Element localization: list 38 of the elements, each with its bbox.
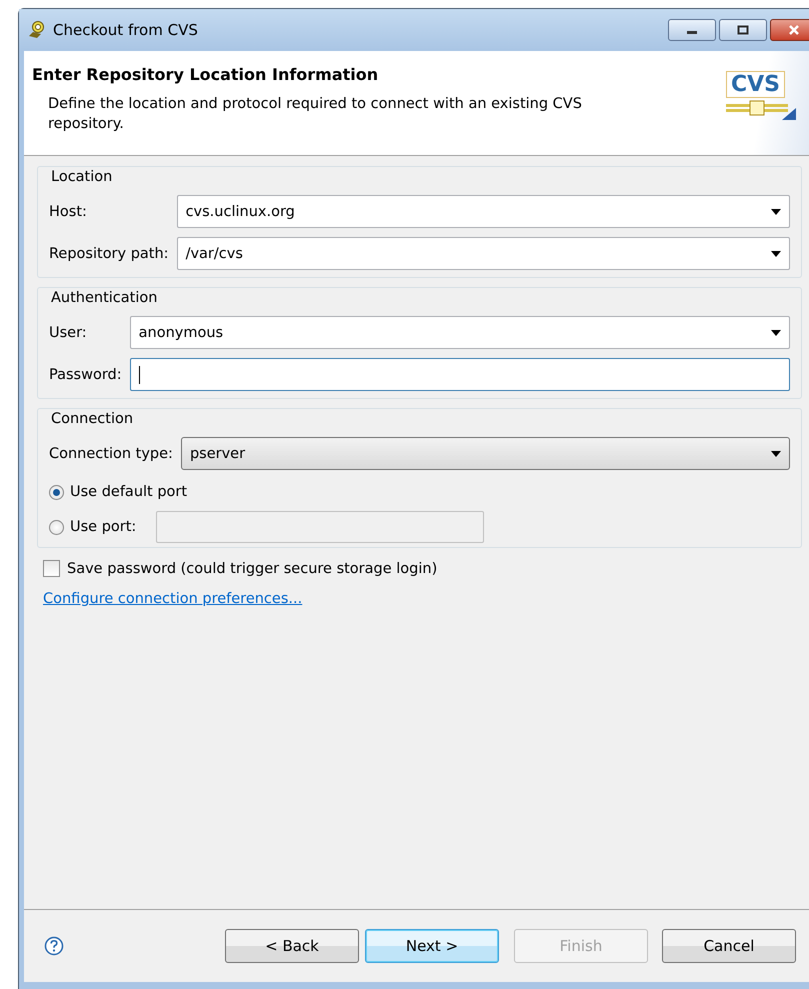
dialog-button[interactable]: < Back (225, 929, 359, 963)
close-button[interactable] (770, 19, 809, 41)
checkbox[interactable] (43, 560, 60, 577)
group-title: Authentication (51, 290, 158, 306)
dialog-button[interactable]: Cancel (662, 929, 796, 963)
preferences-link[interactable]: Configure connection preferences... (43, 591, 302, 607)
page-title: Enter Repository Location Information (32, 65, 380, 84)
group-title: Location (51, 169, 112, 185)
window-title: Checkout from CVS (53, 21, 198, 39)
dropdown-arrow-icon (771, 450, 781, 456)
password-field[interactable] (130, 358, 790, 391)
cvs-logo: CVS (726, 51, 809, 155)
dropdown-arrow-icon (771, 250, 781, 256)
field-label: Repository path: (49, 246, 169, 262)
app-icon (27, 20, 47, 40)
page-description: Define the location and protocol required to connect with an existing CVS repository. (47, 95, 583, 134)
combo-box[interactable]: cvs.uclinux.org (176, 195, 790, 228)
combo-box[interactable]: anonymous (130, 316, 790, 349)
field-label: User: (49, 324, 88, 340)
close-icon (788, 25, 800, 35)
maximize-button[interactable] (719, 19, 767, 41)
dropdown-arrow-icon (771, 330, 781, 336)
combo-box[interactable]: /var/cvs (176, 237, 790, 270)
checkbox-label[interactable]: Save password (could trigger secure storage login) (67, 560, 438, 576)
dropdown[interactable]: pserver (180, 437, 790, 470)
minimize-button[interactable] (668, 19, 716, 41)
group-title: Connection (51, 411, 134, 427)
radio-label[interactable]: Use default port (70, 484, 188, 500)
radio-label[interactable]: Use port: (70, 519, 136, 535)
maximize-icon (737, 25, 749, 35)
field-label: Password: (49, 366, 122, 382)
dropdown-arrow-icon (771, 208, 781, 214)
field-label: Connection type: (49, 446, 173, 462)
radio-button[interactable] (49, 520, 64, 534)
field-label: Host: (49, 204, 88, 220)
help-icon[interactable] (44, 936, 64, 956)
radio-button[interactable] (49, 484, 64, 500)
dialog-button[interactable]: Next > (365, 929, 499, 963)
